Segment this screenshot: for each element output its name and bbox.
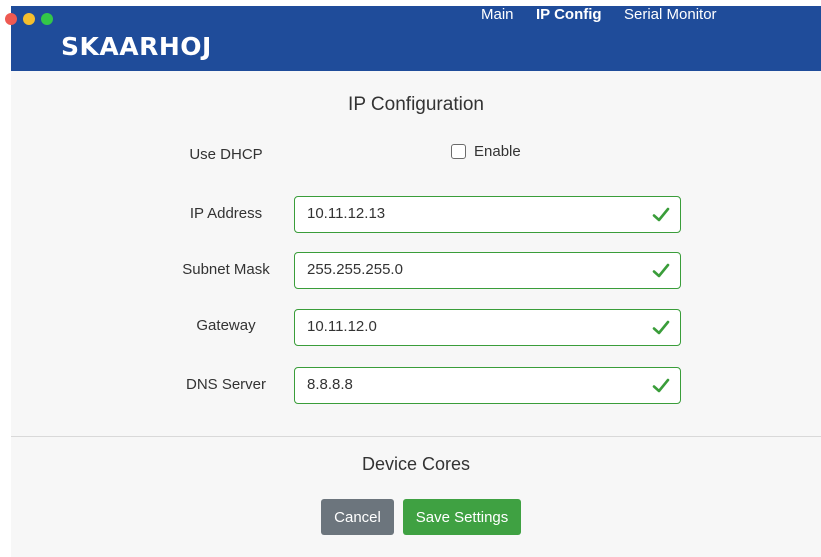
- app-window: SKAARHOJ Main IP Config Serial Monitor I…: [5, 6, 821, 557]
- nav-serial-monitor[interactable]: Serial Monitor: [624, 6, 717, 23]
- header-bar: SKAARHOJ Main IP Config Serial Monitor: [5, 6, 821, 71]
- checkmark-icon: [652, 378, 670, 393]
- nav-main[interactable]: Main: [481, 6, 514, 23]
- dhcp-checkbox-group[interactable]: Enable: [451, 143, 521, 160]
- page-title: IP Configuration: [348, 94, 484, 115]
- dns-server-label: DNS Server: [185, 376, 267, 393]
- save-settings-button[interactable]: Save Settings: [403, 499, 521, 535]
- minimize-window-button[interactable]: [23, 13, 35, 25]
- close-window-button[interactable]: [5, 13, 17, 25]
- brand-logo: SKAARHOJ: [61, 32, 212, 61]
- checkmark-icon: [652, 320, 670, 335]
- dhcp-checkbox-label[interactable]: Enable: [474, 143, 521, 160]
- checkmark-icon: [652, 263, 670, 278]
- ip-address-label: IP Address: [189, 205, 263, 222]
- subnet-mask-input[interactable]: [307, 261, 627, 278]
- dhcp-label: Use DHCP: [189, 146, 263, 163]
- ip-address-field[interactable]: [294, 196, 681, 233]
- device-cores-title: Device Cores: [361, 454, 471, 474]
- maximize-window-button[interactable]: [41, 13, 53, 25]
- gateway-label: Gateway: [196, 317, 256, 334]
- dhcp-checkbox[interactable]: [451, 144, 466, 159]
- ip-address-input[interactable]: [307, 205, 627, 222]
- cancel-button[interactable]: Cancel: [321, 499, 394, 535]
- nav-ip-config[interactable]: IP Config: [536, 6, 602, 23]
- gateway-input[interactable]: [307, 318, 627, 335]
- subnet-mask-field[interactable]: [294, 252, 681, 289]
- subnet-mask-label: Subnet Mask: [182, 261, 270, 278]
- section-divider: [11, 436, 821, 437]
- dns-server-field[interactable]: [294, 367, 681, 404]
- gateway-field[interactable]: [294, 309, 681, 346]
- checkmark-icon: [652, 207, 670, 222]
- dns-server-input[interactable]: [307, 376, 627, 393]
